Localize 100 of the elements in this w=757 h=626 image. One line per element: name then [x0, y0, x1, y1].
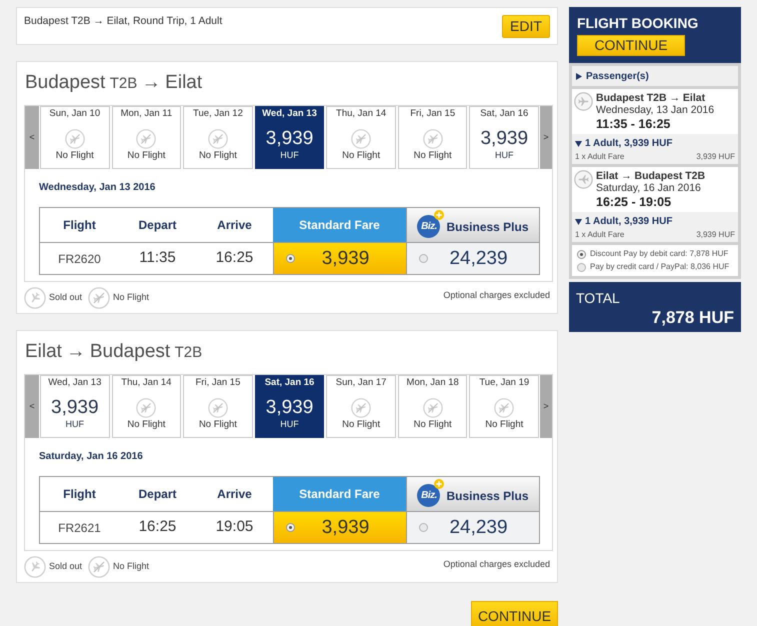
day-status: No Flight — [198, 419, 237, 431]
continue-button[interactable]: CONTINUE — [577, 35, 685, 56]
fare-line-amount: 3,939 HUF — [696, 230, 735, 240]
payment-option[interactable]: Pay by credit card / PayPal: 8,036 HUF — [577, 262, 736, 272]
date-tile[interactable]: Fri, Jan 15 No Flight — [183, 375, 253, 438]
payment-option[interactable]: Discount Pay by debit card: 7,878 HUF — [577, 249, 736, 259]
date-heading: Saturday, Jan 16 2016 — [39, 451, 143, 463]
date-tile[interactable]: Wed, Jan 13 3,939 HUF — [254, 106, 324, 169]
date-tile[interactable]: Thu, Jan 14 No Flight — [112, 375, 182, 438]
day-status: No Flight — [342, 419, 380, 431]
flight-times: 16:25 - 19:05 — [596, 194, 672, 210]
day-currency: HUF — [280, 150, 299, 160]
passengers-toggle[interactable]: Passenger(s) — [572, 66, 738, 86]
next-dates-button[interactable]: > — [540, 375, 552, 438]
next-dates-button[interactable]: > — [540, 106, 552, 169]
day-label: Fri, Jan 15 — [196, 377, 240, 389]
column-header: Flight — [63, 217, 96, 234]
date-tile[interactable]: Sat, Jan 16 3,939 HUF — [469, 106, 540, 169]
edit-button[interactable]: EDIT — [502, 15, 550, 38]
date-tile[interactable]: Mon, Jan 11 No Flight — [112, 106, 182, 169]
radio-button[interactable] — [419, 523, 428, 532]
fare-line-label: 1 x Adult Fare — [575, 230, 624, 240]
fare-price: 3,939 — [320, 248, 370, 270]
date-heading: Wednesday, Jan 13 2016 — [39, 182, 156, 194]
column-header: Depart — [138, 486, 176, 503]
continue-button[interactable]: CONTINUE — [471, 601, 558, 626]
descending-plane-icon — [24, 286, 46, 308]
date-tile[interactable]: Thu, Jan 14 No Flight — [326, 106, 396, 169]
plus-icon — [434, 478, 444, 488]
depart-time: 16:25 — [138, 517, 176, 538]
fare-cell[interactable]: 24,239 — [406, 243, 539, 274]
day-label: Tue, Jan 12 — [193, 108, 243, 120]
fare-price: 24,239 — [448, 248, 509, 270]
day-currency: HUF — [66, 419, 84, 429]
column-header: Flight — [63, 486, 96, 503]
date-tile[interactable]: Tue, Jan 19 No Flight — [469, 375, 540, 438]
no-flight-icon — [422, 398, 443, 418]
no-flight-icon — [208, 398, 228, 418]
plus-icon — [434, 210, 444, 220]
date-tile[interactable]: Sun, Jan 17 No Flight — [326, 375, 396, 438]
previous-dates-button[interactable]: < — [25, 375, 39, 438]
day-price: 3,939 — [480, 128, 528, 150]
flight-route: Budapest T2B → Eilat — [596, 92, 706, 104]
fare-toggle[interactable]: 1 Adult, 3,939 HUF — [575, 216, 672, 228]
route-title: Budapest T2B → Eilat — [25, 71, 202, 95]
date-tile[interactable]: Mon, Jan 18 No Flight — [398, 375, 468, 438]
no-flight-icon — [88, 556, 110, 578]
day-price: 3,939 — [266, 128, 314, 150]
day-label: Thu, Jan 14 — [121, 377, 172, 389]
day-status: No Flight — [414, 150, 452, 162]
radio-button[interactable] — [577, 262, 586, 272]
day-status: No Flight — [127, 419, 166, 431]
date-tile[interactable]: Tue, Jan 12 No Flight — [183, 106, 253, 169]
day-currency: HUF — [495, 150, 514, 160]
fare-label: Business Plus — [446, 218, 529, 236]
charges-note: Optional charges excluded — [443, 558, 550, 572]
fare-header: Standard Fare — [273, 208, 406, 243]
radio-button[interactable] — [577, 250, 586, 258]
radio-button[interactable] — [419, 254, 428, 263]
no-flight-icon — [422, 129, 443, 149]
day-price: 3,939 — [51, 397, 99, 419]
day-label: Sun, Jan 10 — [49, 108, 100, 120]
legend-label: No Flight — [113, 560, 150, 573]
no-flight-icon — [136, 398, 156, 418]
date-tile[interactable]: Wed, Jan 13 3,939 HUF — [40, 375, 110, 438]
no-flight-icon — [351, 398, 372, 418]
no-flight-icon — [64, 129, 85, 149]
column-header: Arrive — [217, 217, 252, 234]
fare-price: 24,239 — [448, 516, 509, 538]
radio-button[interactable] — [286, 254, 295, 263]
date-tile[interactable]: Sun, Jan 10 No Flight — [40, 106, 110, 169]
no-flight-icon — [136, 129, 156, 149]
date-tile[interactable]: Sat, Jan 16 3,939 HUF — [254, 375, 324, 438]
fare-toggle[interactable]: 1 Adult, 3,939 HUF — [575, 138, 672, 150]
fare-line-label: 1 x Adult Fare — [575, 152, 624, 162]
flight-times: 11:35 - 16:25 — [596, 116, 670, 132]
day-price: 3,939 — [266, 397, 314, 419]
arrive-time: 19:05 — [216, 517, 254, 538]
day-label: Sun, Jan 17 — [336, 377, 386, 389]
flight-date: Saturday, 16 Jan 2016 — [596, 182, 701, 194]
fare-cell[interactable]: 3,939 — [273, 243, 406, 274]
no-flight-icon — [351, 129, 372, 149]
day-status: No Flight — [485, 419, 524, 431]
fare-cell[interactable]: 24,239 — [406, 512, 539, 543]
arrive-time: 16:25 — [216, 248, 254, 268]
total-amount: 7,878 HUF — [652, 307, 734, 329]
charges-note: Optional charges excluded — [443, 289, 550, 302]
day-label: Tue, Jan 19 — [479, 377, 530, 389]
fare-cell[interactable]: 3,939 — [273, 512, 406, 543]
radio-button[interactable] — [286, 523, 295, 532]
biz-logo: Biz. — [417, 484, 440, 506]
panel-title: FLIGHT BOOKING — [577, 15, 698, 31]
previous-dates-button[interactable]: < — [25, 106, 39, 169]
day-label: Sat, Jan 16 — [264, 377, 314, 389]
day-label: Mon, Jan 18 — [406, 377, 459, 389]
column-header: Arrive — [217, 486, 252, 503]
fare-label: Business Plus — [446, 488, 529, 504]
date-tile[interactable]: Fri, Jan 15 No Flight — [398, 106, 468, 169]
day-label: Wed, Jan 13 — [48, 377, 102, 389]
day-label: Fri, Jan 15 — [410, 108, 456, 120]
